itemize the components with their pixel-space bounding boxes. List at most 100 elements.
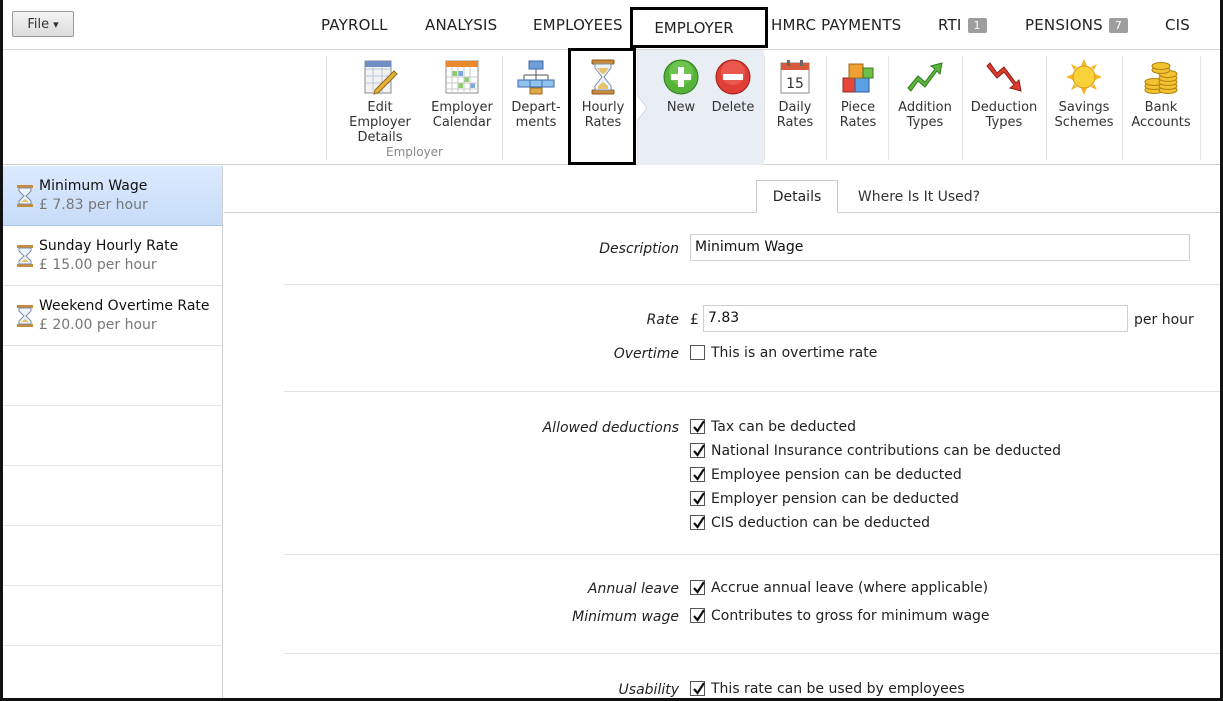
edit-employer-details-button[interactable]: Edit Employer Details	[336, 58, 424, 145]
calendar-grid-icon	[445, 60, 479, 94]
checkmark-icon	[693, 420, 705, 433]
sun-icon	[1066, 59, 1102, 95]
overtime-checkbox[interactable]	[690, 345, 705, 360]
departments-button[interactable]: Depart- ments	[507, 58, 565, 130]
annual-leave-label: Annual leave	[587, 581, 679, 597]
ribbon-separator	[326, 56, 327, 160]
checkmark-icon	[693, 682, 705, 695]
description-label: Description	[599, 241, 679, 257]
checkmark-icon	[693, 492, 705, 505]
usability-checkbox[interactable]	[690, 681, 705, 696]
rate-amount: £ 7.83 per hour	[39, 197, 148, 213]
top-navigation-bar: File ▾ PAYROLL ANALYSIS EMPLOYEES EMPLOY…	[3, 0, 1220, 50]
details-tabs: Details Where Is It Used?	[224, 166, 1220, 213]
nav-tab-payroll[interactable]: PAYROLL	[321, 0, 388, 50]
piece-rates-button[interactable]: Piece Rates	[832, 58, 884, 130]
ribbon-separator	[962, 56, 963, 160]
ribbon-separator	[1200, 56, 1201, 160]
savings-schemes-button[interactable]: Savings Schemes	[1051, 58, 1117, 130]
calendar-day-icon: 15	[780, 60, 810, 94]
list-item-minimum-wage[interactable]: Minimum Wage £ 7.83 per hour	[3, 166, 222, 226]
hourly-rates-list: Minimum Wage £ 7.83 per hour Sunday Hour…	[3, 166, 223, 698]
cis-deduction-checkbox[interactable]	[690, 515, 705, 530]
usability-checkbox-label: This rate can be used by employees	[711, 681, 965, 697]
annual-leave-checkbox[interactable]	[690, 580, 705, 595]
overtime-label: Overtime	[613, 346, 679, 362]
rate-name: Minimum Wage	[39, 178, 148, 194]
checkmark-icon	[693, 444, 705, 457]
allowed-deductions-label: Allowed deductions	[542, 420, 679, 436]
section-divider	[284, 284, 1220, 285]
minimum-wage-label: Minimum wage	[572, 609, 679, 625]
edit-document-icon	[364, 60, 398, 95]
employer-calendar-button[interactable]: Employer Calendar	[427, 58, 497, 130]
delete-rate-button[interactable]: Delete	[710, 58, 756, 115]
rate-input[interactable]: 7.83	[703, 305, 1128, 332]
checkmark-icon	[693, 609, 705, 622]
nav-tab-employer[interactable]: EMPLOYER	[630, 7, 768, 48]
description-input[interactable]: Minimum Wage	[690, 234, 1190, 261]
minimum-wage-checkbox[interactable]	[690, 608, 705, 623]
employer-pension-checkbox[interactable]	[690, 491, 705, 506]
ribbon-separator	[888, 56, 889, 160]
rate-amount: £ 20.00 per hour	[39, 317, 157, 333]
rti-count-badge: 1	[967, 17, 987, 33]
ribbon-separator	[764, 56, 765, 160]
empty-list-row	[3, 346, 222, 406]
empty-list-row	[3, 586, 222, 646]
ribbon-separator	[502, 56, 503, 160]
section-divider	[284, 554, 1220, 555]
plus-circle-icon	[663, 59, 699, 95]
rate-label: Rate	[646, 312, 679, 328]
new-rate-button[interactable]: New	[658, 58, 704, 115]
trend-up-arrow-icon	[907, 62, 943, 92]
chevron-right-icon	[637, 50, 648, 165]
employer-pension-label: Employer pension can be deducted	[711, 491, 959, 507]
addition-types-button[interactable]: Addition Types	[893, 58, 957, 130]
blocks-icon	[842, 63, 874, 93]
coin-stack-icon	[1144, 62, 1178, 94]
minus-circle-icon	[715, 59, 751, 95]
list-item-sunday-hourly-rate[interactable]: Sunday Hourly Rate £ 15.00 per hour	[3, 226, 222, 286]
deduction-types-button[interactable]: Deduction Types	[967, 58, 1041, 130]
checkmark-icon	[693, 516, 705, 529]
nav-tab-pensions[interactable]: PENSIONS 7	[1025, 0, 1129, 50]
app-window: File ▾ PAYROLL ANALYSIS EMPLOYEES EMPLOY…	[0, 0, 1223, 701]
hourglass-icon	[17, 305, 33, 327]
daily-rates-button[interactable]: 15 Daily Rates	[769, 58, 821, 130]
tab-details[interactable]: Details	[756, 180, 838, 213]
rate-name: Sunday Hourly Rate	[39, 238, 179, 254]
usability-label: Usability	[618, 682, 679, 698]
hourglass-icon	[17, 185, 33, 207]
file-menu-label: File	[27, 16, 50, 32]
checkmark-icon	[693, 468, 705, 481]
empty-list-row	[3, 526, 222, 586]
rate-details-panel: Details Where Is It Used? Description Mi…	[224, 166, 1220, 698]
ni-deduction-checkbox[interactable]	[690, 443, 705, 458]
nav-tab-rti[interactable]: RTI 1	[938, 0, 987, 50]
checkmark-icon	[693, 581, 705, 594]
org-chart-icon	[517, 60, 555, 95]
employee-pension-checkbox[interactable]	[690, 467, 705, 482]
svg-text:15: 15	[786, 76, 804, 92]
currency-symbol: £	[690, 312, 699, 328]
nav-tab-employees[interactable]: EMPLOYEES	[533, 0, 623, 50]
hourglass-icon	[17, 245, 33, 267]
tax-deduction-checkbox[interactable]	[690, 419, 705, 434]
nav-tab-hmrc-payments[interactable]: HMRC PAYMENTS	[771, 0, 901, 50]
section-divider	[284, 391, 1220, 392]
nav-tab-analysis[interactable]: ANALYSIS	[425, 0, 497, 50]
employee-pension-label: Employee pension can be deducted	[711, 467, 962, 483]
file-menu-button[interactable]: File ▾	[12, 11, 74, 37]
minimum-wage-checkbox-label: Contributes to gross for minimum wage	[711, 608, 990, 624]
chevron-down-icon: ▾	[53, 17, 59, 31]
ribbon-separator	[1122, 56, 1123, 160]
list-item-weekend-overtime-rate[interactable]: Weekend Overtime Rate £ 20.00 per hour	[3, 286, 222, 346]
empty-list-row	[3, 466, 222, 526]
nav-tab-cis[interactable]: CIS	[1165, 0, 1190, 50]
empty-list-row	[3, 406, 222, 466]
ribbon-group-label-employer: Employer	[386, 145, 443, 159]
bank-accounts-button[interactable]: Bank Accounts	[1127, 58, 1195, 130]
ribbon-separator	[1046, 56, 1047, 160]
tab-where-is-it-used[interactable]: Where Is It Used?	[854, 180, 984, 213]
